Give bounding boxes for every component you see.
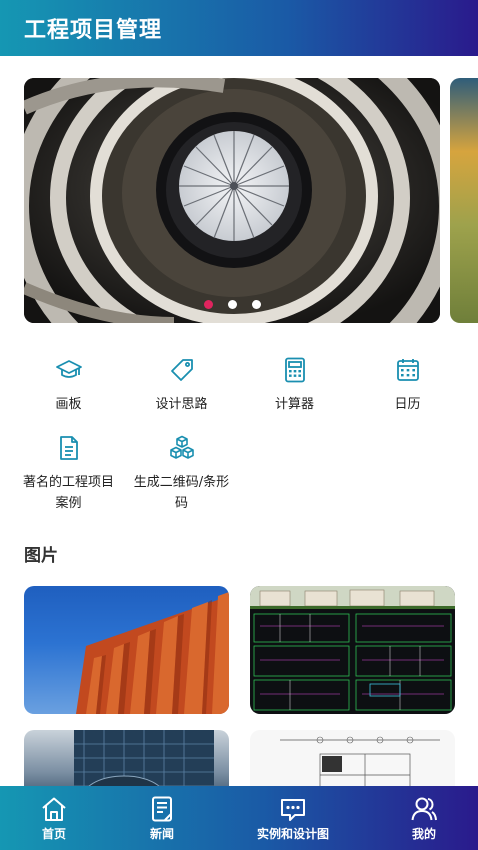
quick-item-label: 画板 [55,397,82,412]
carousel-dot-3[interactable] [251,300,261,309]
quick-item-label: 计算器 [274,397,314,412]
gallery-image-villa-blueprint[interactable] [250,586,455,714]
spiral-staircase-photo [24,78,440,323]
quick-item-qr-barcode[interactable]: 生成二维码/条形码 [125,434,238,514]
carousel-dot-1[interactable] [203,300,213,309]
app-title: 工程项目管理 [24,18,163,43]
tab-examples-designs[interactable]: 实例和设计图 [243,786,343,850]
quick-item-label: 著名的工程项目案例 [22,475,114,511]
bottom-tab-bar: 首页 新闻 实例和设计图 我的 [0,786,478,850]
cubes-icon [168,434,196,462]
calculator-icon [281,356,309,384]
banner-carousel[interactable] [0,78,478,324]
calendar-icon [394,356,422,384]
document-icon [55,434,83,462]
home-icon [39,794,69,824]
gallery-image-orange-building[interactable] [24,586,229,714]
quick-item-calculator[interactable]: 计算器 [238,356,351,415]
graduation-cap-icon [55,356,83,384]
tab-label: 我的 [411,827,436,841]
app-header: 工程项目管理 [0,0,478,56]
tab-label: 首页 [41,827,66,841]
quick-item-drawing-board[interactable]: 画板 [12,356,125,415]
tab-label: 实例和设计图 [256,827,329,841]
tag-icon [168,356,196,384]
carousel-pagination[interactable] [24,300,440,309]
news-icon [147,794,177,824]
orange-facade-illustration [76,592,229,714]
tab-news[interactable]: 新闻 [132,786,192,850]
carousel-slide-next-peek[interactable] [450,78,478,323]
quick-item-calendar[interactable]: 日历 [351,356,464,415]
quick-item-label: 生成二维码/条形码 [133,475,230,511]
user-icon [409,794,439,824]
tab-label: 新闻 [149,827,174,841]
quick-item-famous-projects[interactable]: 著名的工程项目案例 [12,434,125,514]
quick-item-label: 日历 [394,397,421,412]
carousel-slide-spiral-stairs[interactable] [24,78,440,323]
carousel-dot-2[interactable] [227,300,237,309]
tab-profile[interactable]: 我的 [394,786,454,850]
blueprint-sheet-illustration [250,586,455,711]
quick-item-design-ideas[interactable]: 设计思路 [125,356,238,415]
tab-home[interactable]: 首页 [24,786,84,850]
quick-item-label: 设计思路 [155,397,208,412]
gallery-section-title: 图片 [24,546,58,566]
chat-icon [278,794,308,824]
